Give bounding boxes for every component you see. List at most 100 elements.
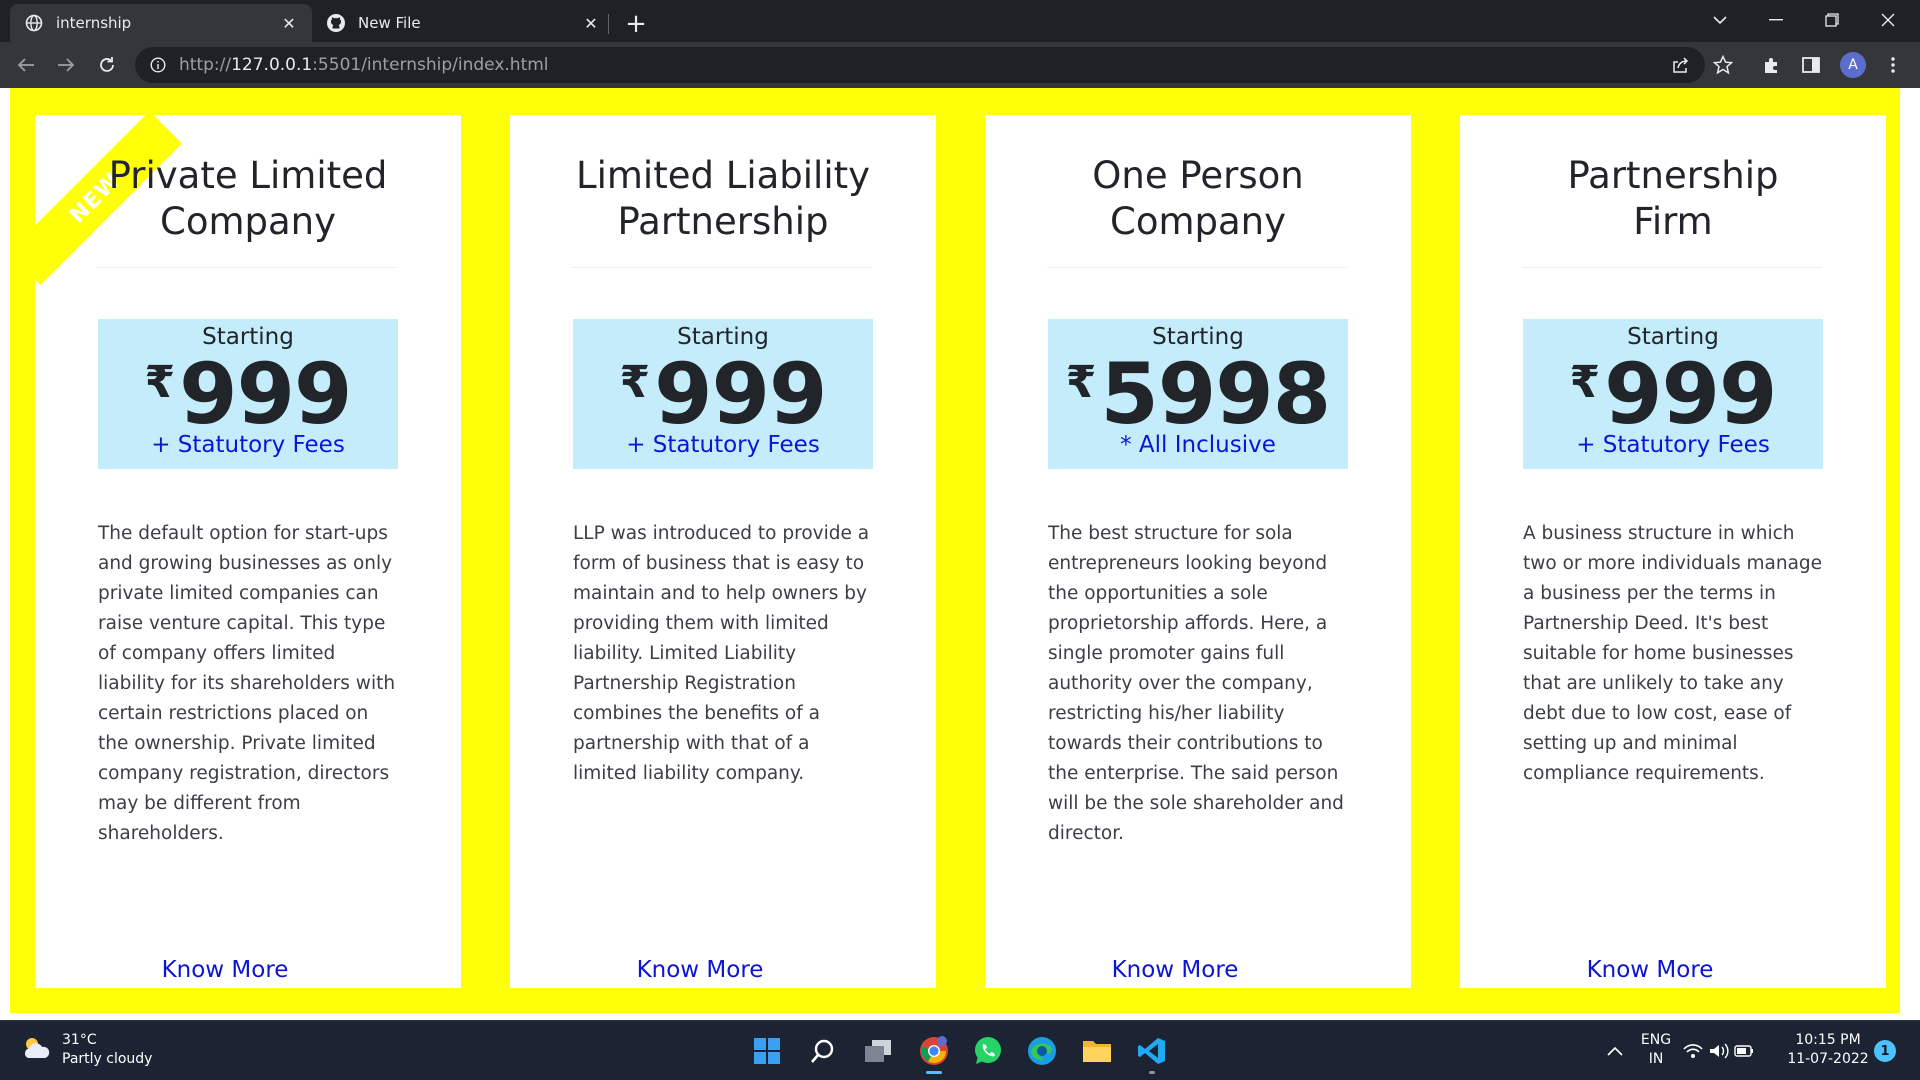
chevron-up-icon[interactable] bbox=[1595, 1031, 1635, 1071]
know-more-link[interactable]: Know More bbox=[985, 955, 1365, 985]
card-title-line: One Person bbox=[1092, 154, 1304, 197]
price-amount: 999 bbox=[179, 345, 352, 443]
open-indicator bbox=[1149, 1071, 1155, 1074]
partly-cloudy-icon bbox=[20, 1034, 52, 1066]
price-amount: 999 bbox=[1604, 345, 1777, 443]
whatsapp-icon[interactable] bbox=[968, 1031, 1008, 1071]
price: ₹ 999 bbox=[1523, 345, 1823, 443]
url-path: :5501/internship/index.html bbox=[312, 55, 549, 75]
clock[interactable]: 10:15 PM 11-07-2022 bbox=[1786, 1031, 1870, 1069]
weather-condition: Partly cloudy bbox=[62, 1051, 153, 1067]
tab-internship[interactable]: internship ✕ bbox=[10, 4, 312, 42]
card-title-line: Partnership bbox=[617, 200, 829, 243]
price-amount: 999 bbox=[654, 345, 827, 443]
date: 11-07-2022 bbox=[1787, 1051, 1869, 1067]
card-description: The default option for start-ups and gro… bbox=[98, 523, 396, 844]
tab-new-file[interactable]: New File ✕ bbox=[312, 4, 614, 42]
price-box: Starting ₹ 999 + Statutory Fees bbox=[98, 319, 398, 469]
know-more-link[interactable]: Know More bbox=[1460, 955, 1840, 985]
fees-note: + Statutory Fees bbox=[151, 432, 345, 458]
globe-icon bbox=[24, 13, 44, 33]
card-description: The best structure for sola entrepreneur… bbox=[1048, 523, 1344, 844]
reload-button[interactable] bbox=[91, 49, 123, 81]
price: ₹ 999 bbox=[98, 345, 398, 443]
price-amount: 5998 bbox=[1100, 345, 1331, 443]
card-title: Partnership Firm bbox=[1460, 153, 1886, 245]
card-title-line: Company bbox=[159, 200, 337, 243]
tab-search-icon[interactable] bbox=[1692, 0, 1748, 40]
browser-tab-bar: internship ✕ New File ✕ + bbox=[0, 0, 1920, 42]
fees-note: + Statutory Fees bbox=[626, 432, 820, 458]
price-box: Starting ₹ 5998 * All Inclusive bbox=[1048, 319, 1348, 469]
active-indicator bbox=[926, 1071, 942, 1074]
price-box: Starting ₹ 999 + Statutory Fees bbox=[573, 319, 873, 469]
url-text: http://127.0.0.1:5501/internship/index.h… bbox=[179, 55, 549, 75]
time: 10:15 PM bbox=[1795, 1032, 1861, 1048]
card-description: LLP was introduced to provide a form of … bbox=[573, 523, 870, 784]
address-bar[interactable]: http://127.0.0.1:5501/internship/index.h… bbox=[135, 47, 1705, 83]
new-tab-button[interactable]: + bbox=[620, 8, 652, 40]
weather-widget[interactable]: 31°C Partly cloudy bbox=[20, 1031, 152, 1069]
windows-start-icon[interactable] bbox=[747, 1031, 787, 1071]
divider bbox=[1047, 267, 1347, 268]
forward-button[interactable] bbox=[50, 49, 82, 81]
profile-avatar[interactable]: A bbox=[1838, 50, 1868, 80]
know-more-link[interactable]: Know More bbox=[35, 955, 415, 985]
task-view-icon[interactable] bbox=[858, 1031, 898, 1071]
minimize-button[interactable] bbox=[1748, 0, 1804, 40]
restore-button[interactable] bbox=[1804, 0, 1860, 40]
close-tab-icon[interactable]: ✕ bbox=[580, 12, 602, 34]
system-tray[interactable] bbox=[1682, 1031, 1762, 1071]
card-title: One Person Company bbox=[985, 153, 1411, 245]
notification-badge[interactable]: 1 bbox=[1874, 1040, 1896, 1062]
side-panel-icon[interactable] bbox=[1796, 50, 1826, 80]
region-code: IN bbox=[1648, 1051, 1664, 1067]
pricing-card-llp: Limited Liability Partnership Starting ₹… bbox=[510, 115, 936, 988]
rupee-icon: ₹ bbox=[1065, 357, 1097, 408]
card-title: Limited Liability Partnership bbox=[510, 153, 936, 245]
card-description: A business structure in which two or mor… bbox=[1523, 523, 1823, 784]
pricing-card-private-limited: NEW Private Limited Company Starting ₹ 9… bbox=[35, 115, 461, 988]
price-box: Starting ₹ 999 + Statutory Fees bbox=[1523, 319, 1823, 469]
rupee-icon: ₹ bbox=[1569, 357, 1601, 408]
language-code: ENG bbox=[1640, 1032, 1672, 1048]
know-more-link[interactable]: Know More bbox=[510, 955, 890, 985]
close-tab-icon[interactable]: ✕ bbox=[278, 12, 300, 34]
card-title-line: Company bbox=[1109, 200, 1287, 243]
pricing-card-one-person: One Person Company Starting ₹ 5998 * All… bbox=[985, 115, 1411, 988]
card-title-line: Partnership bbox=[1567, 154, 1779, 197]
bookmark-star-icon[interactable] bbox=[1708, 50, 1738, 80]
divider bbox=[97, 267, 397, 268]
file-explorer-icon[interactable] bbox=[1077, 1031, 1117, 1071]
page-viewport: NEW Private Limited Company Starting ₹ 9… bbox=[0, 88, 1920, 1020]
card-title-line: Private Limited bbox=[108, 154, 388, 197]
github-icon bbox=[326, 13, 346, 33]
tab-title: New File bbox=[358, 14, 421, 32]
extensions-icon[interactable] bbox=[1756, 50, 1786, 80]
fees-note: + Statutory Fees bbox=[1576, 432, 1770, 458]
card-title: Private Limited Company bbox=[35, 153, 461, 245]
card-title-line: Firm bbox=[1633, 200, 1713, 243]
vscode-icon[interactable] bbox=[1132, 1031, 1172, 1074]
pricing-card-partnership-firm: Partnership Firm Starting ₹ 999 + Statut… bbox=[1460, 115, 1886, 988]
info-icon[interactable] bbox=[149, 56, 167, 74]
close-window-button[interactable] bbox=[1860, 0, 1916, 40]
divider bbox=[1522, 267, 1822, 268]
share-icon[interactable] bbox=[1666, 50, 1696, 80]
language-indicator[interactable]: ENG IN bbox=[1636, 1031, 1676, 1069]
card-title-line: Limited Liability bbox=[575, 154, 871, 197]
temperature: 31°C bbox=[62, 1032, 97, 1048]
back-button[interactable] bbox=[10, 49, 42, 81]
tab-title: internship bbox=[56, 14, 132, 32]
weather-text: 31°C Partly cloudy bbox=[62, 1031, 152, 1069]
taskbar: 31°C Partly cloudy ENG IN 10:15 PM 11-07… bbox=[0, 1020, 1920, 1080]
menu-icon[interactable] bbox=[1878, 50, 1908, 80]
browser-toolbar: http://127.0.0.1:5501/internship/index.h… bbox=[0, 42, 1920, 88]
chrome-icon[interactable] bbox=[914, 1031, 954, 1074]
rupee-icon: ₹ bbox=[144, 357, 176, 408]
edge-icon[interactable] bbox=[1022, 1031, 1062, 1071]
tab-separator bbox=[608, 14, 609, 34]
price: ₹ 999 bbox=[573, 345, 873, 443]
rupee-icon: ₹ bbox=[619, 357, 651, 408]
search-icon[interactable] bbox=[803, 1031, 843, 1071]
